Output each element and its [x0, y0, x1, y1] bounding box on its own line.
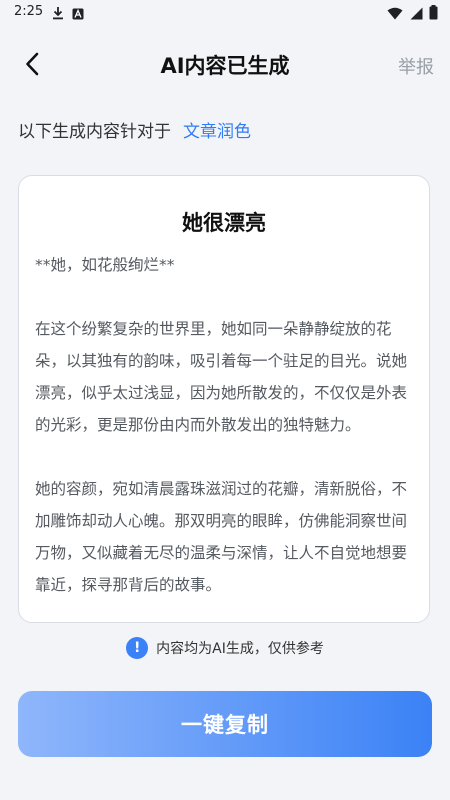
generated-content-card[interactable]: 她很漂亮 **她，如花般绚烂** 在这个纷繁复杂的世界里，她如同一朵静静绽放的花… [18, 175, 430, 623]
status-right-icons [387, 5, 438, 24]
disclaimer-text: 内容均为AI生成，仅供参考 [156, 641, 324, 657]
context-prefix: 以下生成内容针对于 [18, 122, 171, 142]
status-time: 2:25 [14, 4, 44, 19]
article-paragraph: 她的容颜，宛如清晨露珠滋润过的花瓣，清新脱俗，不加雕饰却动人心魄。那双明亮的眼眸… [35, 480, 408, 594]
ai-disclaimer: ! 内容均为AI生成，仅供参考 [0, 637, 450, 659]
download-icon [52, 5, 64, 24]
header: AI内容已生成 举报 [0, 40, 450, 92]
signal-icon [409, 5, 423, 24]
wifi-icon [387, 5, 403, 24]
status-left-icons [52, 5, 84, 24]
info-icon: ! [126, 637, 149, 659]
battery-icon [429, 5, 438, 24]
copy-all-button[interactable]: 一键复制 [18, 691, 432, 757]
article-paragraph: 在这个纷繁复杂的世界里，她如同一朵静静绽放的花朵，以其独有的韵味，吸引着每一个驻… [35, 320, 408, 434]
article-body: **她，如花般绚烂** 在这个纷繁复杂的世界里，她如同一朵静静绽放的花朵，以其独… [35, 249, 413, 601]
context-line: 以下生成内容针对于 文章润色 [18, 117, 251, 142]
report-button[interactable]: 举报 [398, 53, 434, 79]
page-title: AI内容已生成 [160, 54, 290, 78]
screen: 2:25 AI内容已生成 举报 以下生成内容针对于 文章润色 她很漂亮 **她，… [0, 0, 450, 800]
a-icon [72, 5, 84, 24]
article-paragraph: **她，如花般绚烂** [35, 256, 175, 274]
status-bar: 2:25 [0, 0, 450, 26]
copy-button-label: 一键复制 [181, 713, 269, 737]
article-title: 她很漂亮 [182, 211, 266, 235]
content-type-link[interactable]: 文章润色 [183, 122, 251, 142]
